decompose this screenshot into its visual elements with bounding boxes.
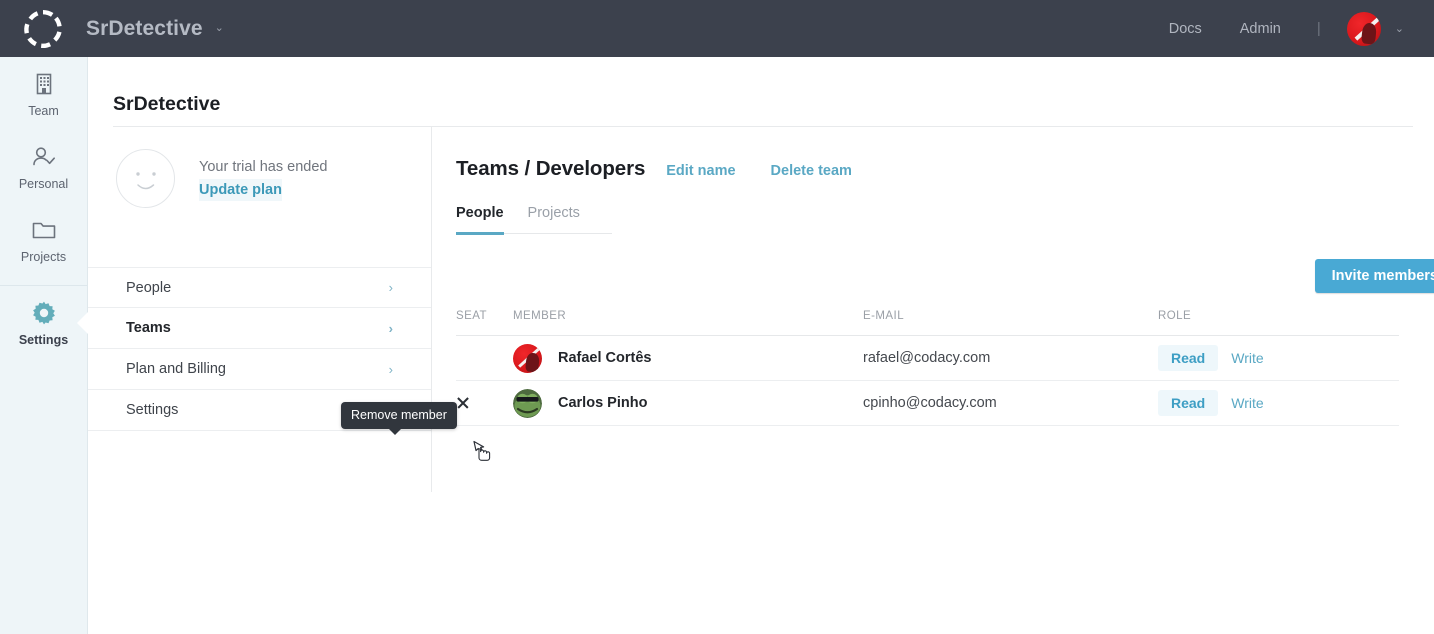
page-title: SrDetective [113, 93, 220, 116]
settings-menu-item-teams[interactable]: Teams › [88, 308, 431, 349]
sidebar-item-settings[interactable]: Settings [0, 286, 87, 359]
column-header-member: MEMBER [513, 310, 863, 336]
member-email: cpinho@codacy.com [863, 395, 997, 411]
avatar [513, 389, 542, 418]
sidebar-label-personal: Personal [19, 178, 68, 191]
page-body: SrDetective Your trial has ended Update … [88, 57, 1434, 634]
team-breadcrumb-title: Teams / Developers [456, 157, 645, 181]
role-read-option[interactable]: Read [1158, 345, 1218, 371]
team-detail-panel: Teams / Developers Edit name Delete team… [456, 157, 1416, 426]
chevron-right-icon: › [389, 280, 393, 295]
role-cell: Read Write [1158, 336, 1399, 381]
trial-text: Your trial has ended Update plan [199, 156, 327, 201]
sidebar-item-team[interactable]: Team [0, 57, 87, 130]
breadcrumb: Teams / Developers Edit name Delete team [456, 157, 1416, 181]
settings-menu-item-plan-and-billing[interactable]: Plan and Billing › [88, 349, 431, 390]
chevron-right-icon: › [389, 362, 393, 377]
person-check-icon [30, 143, 58, 171]
role-read-option[interactable]: Read [1158, 390, 1218, 416]
trial-message: Your trial has ended [199, 156, 327, 178]
brand-chevron-down-icon[interactable]: ⌄ [215, 23, 224, 34]
invite-row: Invite members [456, 234, 1416, 292]
role-write-option[interactable]: Write [1218, 345, 1276, 371]
seat-cell [456, 381, 513, 426]
settings-menu-item-people[interactable]: People › [88, 267, 431, 308]
delete-team-link[interactable]: Delete team [771, 163, 852, 179]
member-cell: Rafael Cortês [513, 336, 863, 381]
column-header-role: ROLE [1158, 310, 1399, 336]
chevron-right-icon: › [389, 321, 393, 336]
seat-cell [456, 336, 513, 381]
tab-people[interactable]: People [456, 205, 504, 235]
codacy-logo-icon[interactable] [22, 8, 64, 50]
smiley-face-placeholder-icon [116, 149, 175, 208]
table-row: Rafael Cortês rafael@codacy.com Read Wri… [456, 336, 1399, 381]
close-x-icon[interactable] [456, 396, 470, 410]
table-header-row: SEAT MEMBER E-MAIL ROLE [456, 310, 1399, 336]
top-bar-right: Docs Admin | ⌄ [1131, 12, 1404, 46]
members-table-head: SEAT MEMBER E-MAIL ROLE [456, 310, 1399, 336]
settings-menu-label-plan-and-billing: Plan and Billing [126, 361, 226, 377]
members-table: SEAT MEMBER E-MAIL ROLE Rafael Cortês [456, 310, 1399, 426]
docs-link[interactable]: Docs [1169, 21, 1202, 37]
member-cell: Carlos Pinho [513, 381, 863, 426]
tab-projects[interactable]: Projects [528, 205, 580, 235]
column-header-seat: SEAT [456, 310, 513, 336]
email-cell: cpinho@codacy.com [863, 381, 1158, 426]
member-name: Carlos Pinho [558, 395, 647, 411]
column-header-email: E-MAIL [863, 310, 1158, 336]
sidebar-label-team: Team [28, 105, 59, 118]
table-row: Carlos Pinho cpinho@codacy.com Read Writ… [456, 381, 1399, 426]
remove-member-tooltip: Remove member [341, 402, 457, 429]
member-name: Rafael Cortês [558, 350, 651, 366]
trial-block: Your trial has ended Update plan [88, 127, 431, 208]
user-menu-chevron-down-icon[interactable]: ⌄ [1395, 22, 1404, 35]
folder-icon [31, 216, 57, 244]
settings-menu-label-people: People [126, 280, 171, 296]
sidebar-label-settings: Settings [19, 334, 68, 347]
sidebar-item-personal[interactable]: Personal [0, 130, 87, 203]
mouse-cursor-pointer [470, 438, 494, 469]
settings-menu-label-teams: Teams [126, 320, 171, 336]
update-plan-link[interactable]: Update plan [199, 179, 282, 201]
edit-name-link[interactable]: Edit name [666, 163, 735, 179]
sidebar-label-projects: Projects [21, 251, 66, 264]
settings-menu-label-settings: Settings [126, 402, 178, 418]
sidebar-item-projects[interactable]: Projects [0, 203, 87, 276]
top-bar: SrDetective ⌄ Docs Admin | ⌄ [0, 0, 1434, 57]
member-email: rafael@codacy.com [863, 350, 990, 366]
app-root: SrDetective ⌄ Docs Admin | ⌄ [0, 0, 1434, 634]
members-table-body: Rafael Cortês rafael@codacy.com Read Wri… [456, 336, 1399, 426]
settings-left-column: Your trial has ended Update plan People … [88, 127, 431, 431]
admin-link[interactable]: Admin [1240, 21, 1281, 37]
column-divider [431, 127, 432, 492]
topbar-separator: | [1317, 20, 1321, 37]
user-avatar[interactable] [1347, 12, 1381, 46]
building-icon [34, 70, 54, 98]
email-cell: rafael@codacy.com [863, 336, 1158, 381]
role-cell: Read Write [1158, 381, 1399, 426]
brand-name[interactable]: SrDetective [86, 17, 203, 41]
invite-members-button[interactable]: Invite members [1315, 259, 1434, 293]
gear-icon [31, 299, 57, 327]
avatar [513, 344, 542, 373]
left-rail: Team Personal Projects [0, 57, 88, 634]
role-write-option[interactable]: Write [1218, 390, 1276, 416]
team-tabs: People Projects [456, 205, 612, 234]
